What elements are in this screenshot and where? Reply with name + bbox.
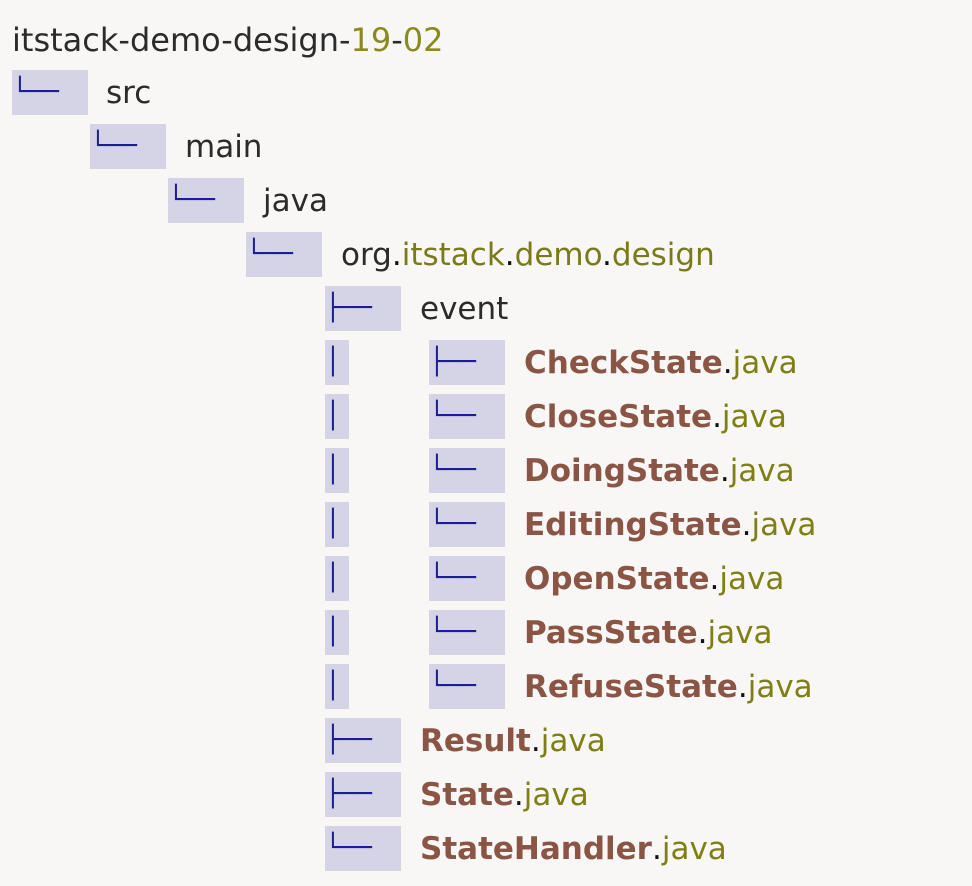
tree-node-file: │ └── EditingState.java [0, 498, 972, 552]
file-name: PassState.java [524, 609, 772, 657]
tree-connector-last: └── [429, 502, 505, 547]
file-extension: java [719, 561, 785, 597]
tree-connector-pipe: │ [325, 664, 349, 709]
tree-connector-last: └── [325, 826, 401, 871]
tree-connector-last: └── [429, 556, 505, 601]
class-name: PassState [524, 615, 698, 651]
root-name-text: itstack-demo-design- [12, 21, 351, 59]
tree-node-file: │ ├── CheckState.java [0, 336, 972, 390]
tree-connector-last: └── [12, 70, 88, 115]
tree-connector-pipe: │ [325, 610, 349, 655]
file-extension: java [523, 777, 589, 813]
tree-node-file: │ └── RefuseState.java [0, 660, 972, 714]
class-name: OpenState [524, 561, 710, 597]
tree-connector-pipe: │ [325, 556, 349, 601]
file-dot: . [741, 507, 752, 543]
package-name: org.itstack.demo.design [341, 231, 715, 279]
file-extension: java [747, 669, 813, 705]
class-name: CheckState [524, 345, 723, 381]
file-dot: . [513, 777, 524, 813]
tree-node-src: └── src [0, 66, 972, 120]
class-name: RefuseState [524, 669, 738, 705]
package-part: itstack [401, 237, 505, 273]
file-dot: . [719, 453, 730, 489]
tree-node-file: └── StateHandler.java [0, 822, 972, 876]
tree-node-file: ├── Result.java [0, 714, 972, 768]
class-name: State [420, 777, 514, 813]
folder-name-event: event [420, 291, 509, 327]
tree-connector-last: └── [429, 664, 505, 709]
file-name: OpenState.java [524, 555, 784, 603]
package-part: demo [514, 237, 603, 273]
directory-tree: itstack-demo-design-19-02 └── src └── ma… [0, 0, 972, 886]
tree-connector-pipe: │ [325, 394, 349, 439]
tree-connector-last: └── [429, 394, 505, 439]
folder-name-main: main [185, 129, 263, 165]
tree-node-java: └── java [0, 174, 972, 228]
root-folder-name: itstack-demo-design-19-02 [12, 16, 444, 64]
file-extension: java [540, 723, 606, 759]
root-name-number-1: 19 [350, 21, 392, 59]
file-name: StateHandler.java [420, 825, 727, 873]
root-name-dash: - [391, 21, 403, 59]
file-dot: . [530, 723, 541, 759]
class-name: EditingState [524, 507, 742, 543]
package-part: design [611, 237, 715, 273]
file-dot: . [697, 615, 708, 651]
tree-node-file: │ └── CloseState.java [0, 390, 972, 444]
tree-connector-pipe: │ [325, 340, 349, 385]
file-dot: . [709, 561, 720, 597]
tree-connector-branch: ├── [325, 772, 401, 817]
file-extension: java [732, 345, 798, 381]
tree-node-main: └── main [0, 120, 972, 174]
tree-node-file: │ └── OpenState.java [0, 552, 972, 606]
file-dot: . [737, 669, 748, 705]
tree-connector-last: └── [90, 124, 166, 169]
package-dot: . [504, 237, 515, 273]
tree-node-package: └── org.itstack.demo.design [0, 228, 972, 282]
tree-connector-last: └── [429, 610, 505, 655]
class-name: DoingState [524, 453, 720, 489]
tree-connector-last: └── [246, 232, 322, 277]
file-name: Result.java [420, 717, 606, 765]
file-name: CloseState.java [524, 393, 787, 441]
package-part: org [341, 237, 392, 273]
file-name: RefuseState.java [524, 663, 813, 711]
file-name: DoingState.java [524, 447, 795, 495]
tree-node-event: ├── event [0, 282, 972, 336]
root-name-number-2: 02 [402, 21, 444, 59]
tree-connector-pipe: │ [325, 502, 349, 547]
folder-name-java: java [263, 183, 328, 219]
file-dot: . [712, 399, 722, 435]
file-extension: java [661, 831, 727, 867]
package-dot: . [391, 237, 402, 273]
tree-connector-branch: ├── [429, 340, 505, 385]
file-name: State.java [420, 771, 589, 819]
tree-connector-branch: ├── [325, 286, 401, 331]
tree-node-file: ├── State.java [0, 768, 972, 822]
package-dot: . [602, 237, 612, 273]
class-name: Result [420, 723, 531, 759]
file-name: EditingState.java [524, 501, 816, 549]
file-name: CheckState.java [524, 339, 798, 387]
tree-connector-pipe: │ [325, 448, 349, 493]
tree-connector-last: └── [168, 178, 244, 223]
file-extension: java [729, 453, 795, 489]
class-name: CloseState [524, 399, 713, 435]
file-extension: java [707, 615, 773, 651]
file-dot: . [722, 345, 733, 381]
file-extension: java [751, 507, 817, 543]
file-dot: . [651, 831, 662, 867]
tree-node-file: │ └── PassState.java [0, 606, 972, 660]
tree-node-file: │ └── DoingState.java [0, 444, 972, 498]
folder-name-src: src [106, 75, 152, 111]
class-name: StateHandler [420, 831, 652, 867]
file-extension: java [721, 399, 787, 435]
tree-connector-branch: ├── [325, 718, 401, 763]
tree-connector-last: └── [429, 448, 505, 493]
